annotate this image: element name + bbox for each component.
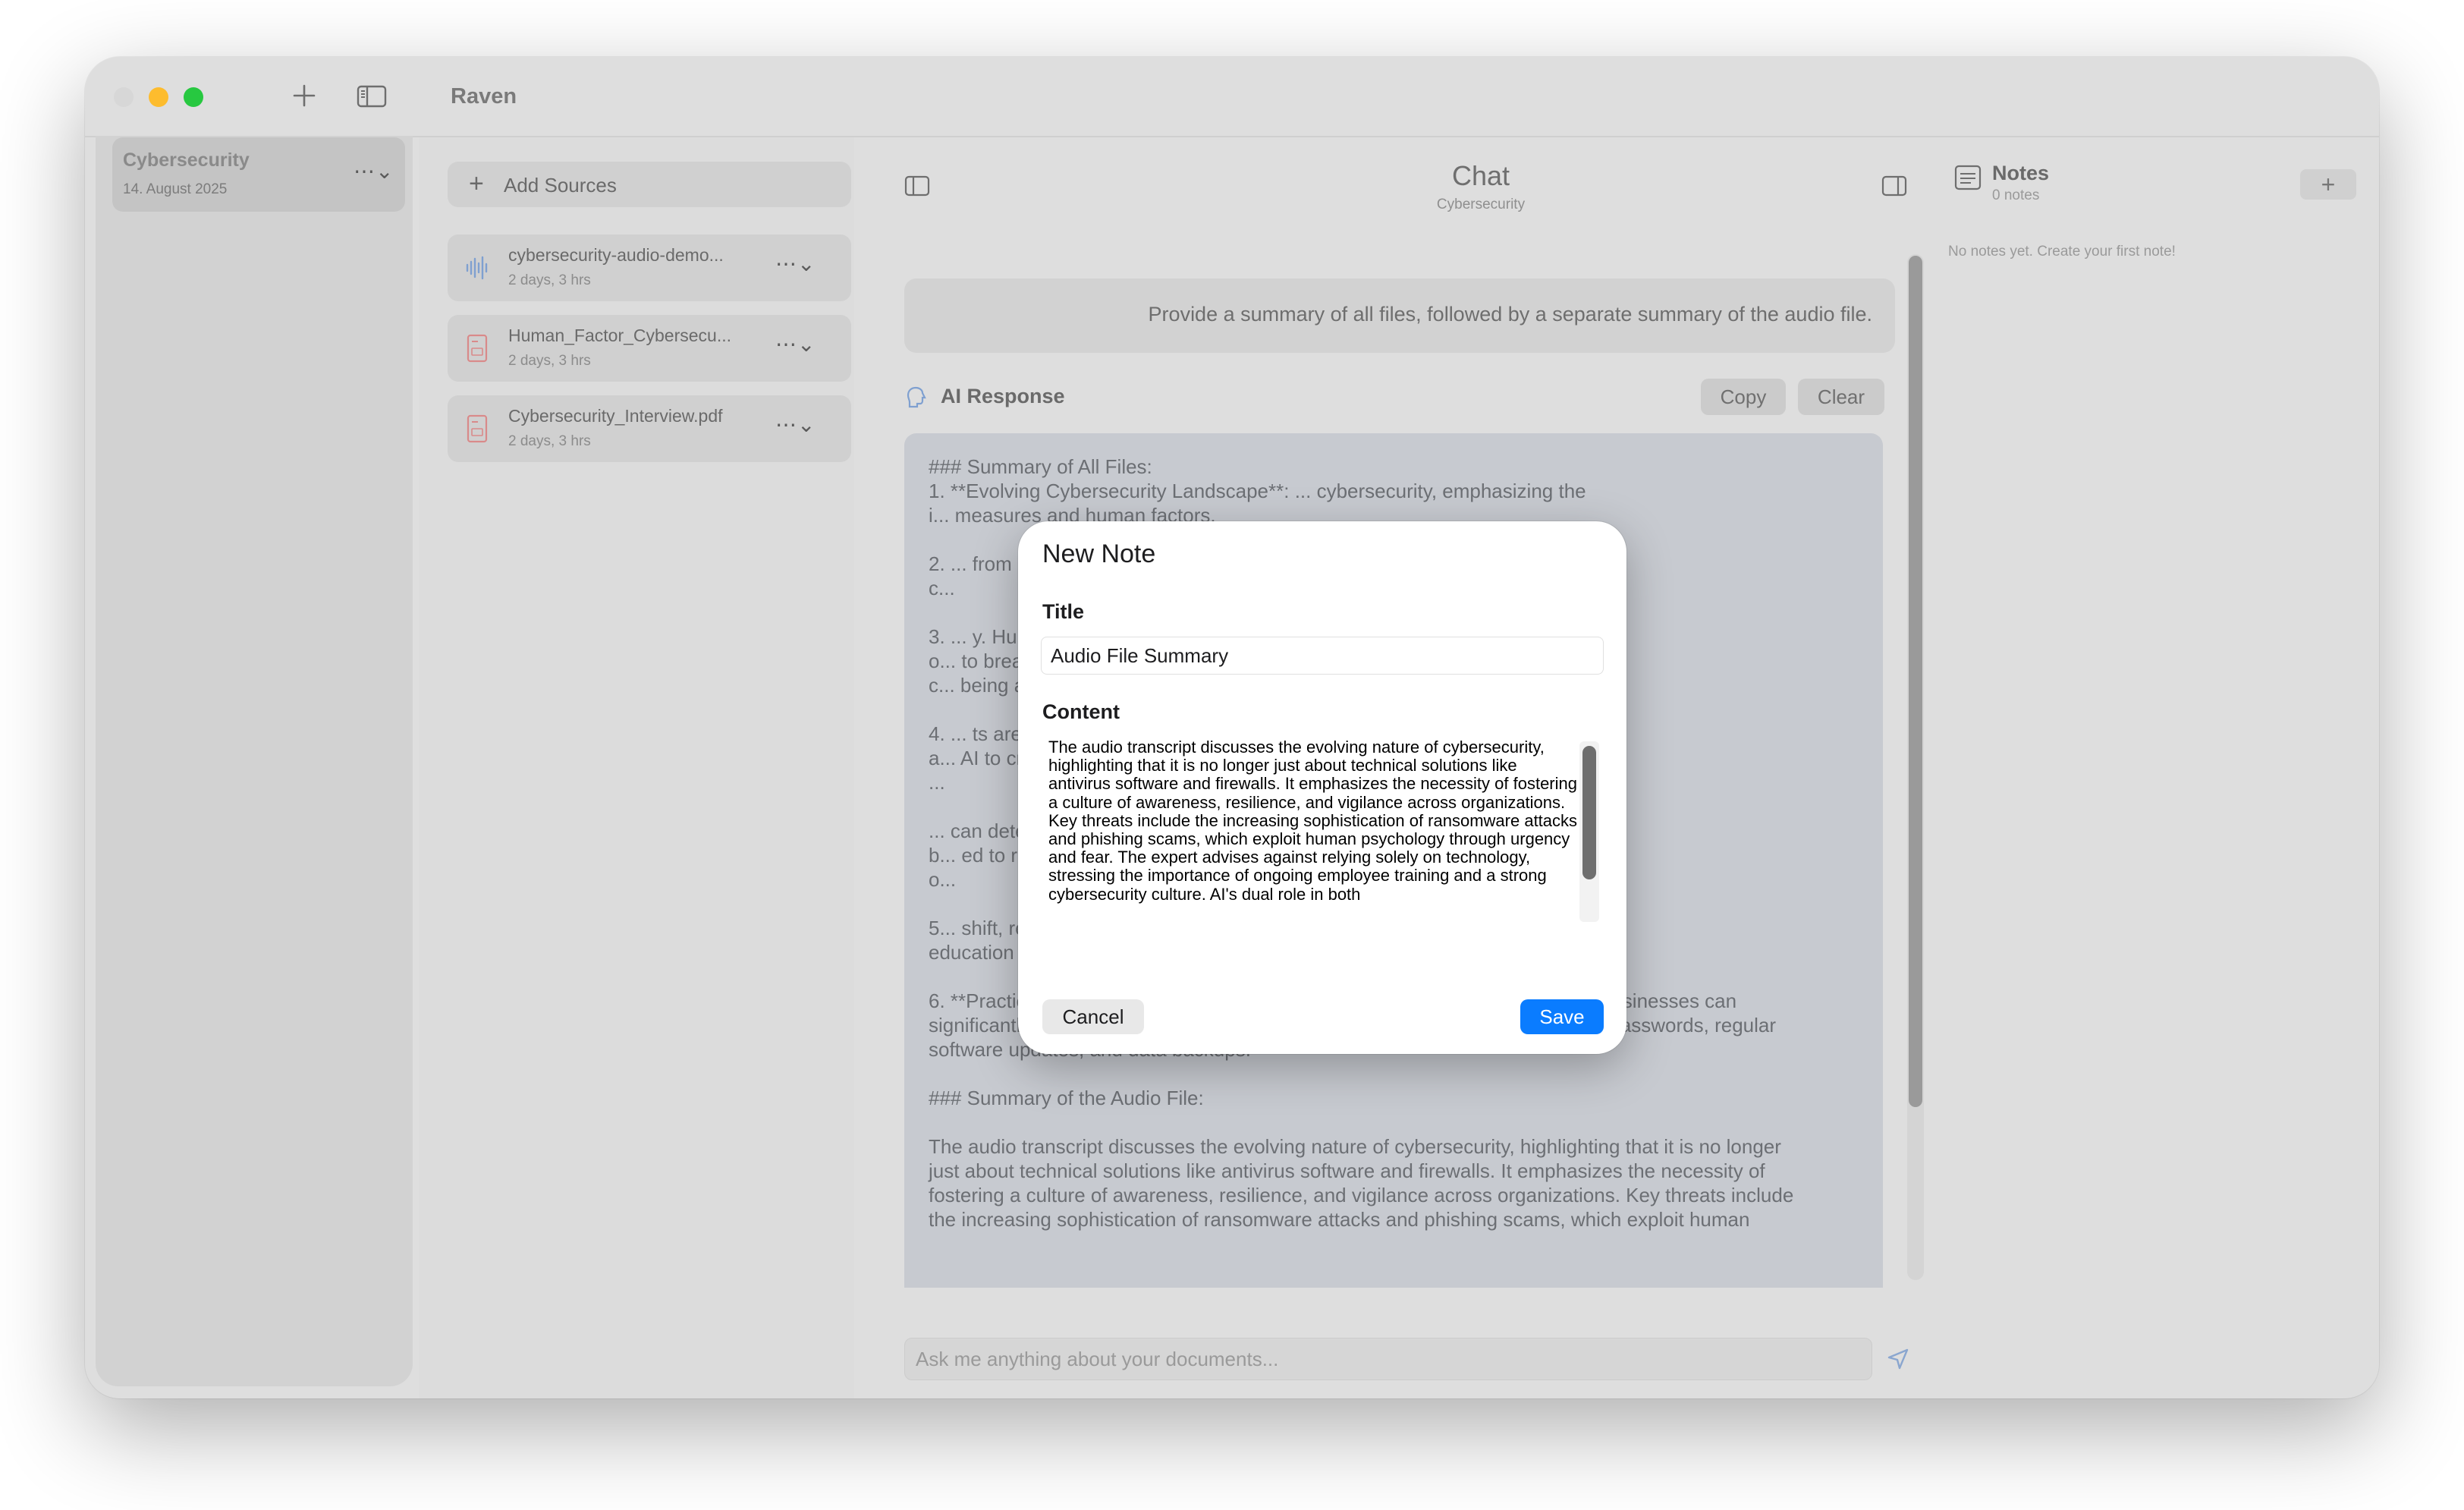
chat-scrollbar-thumb[interactable] xyxy=(1909,256,1922,1107)
user-prompt-bubble: Provide a summary of all files, followed… xyxy=(904,278,1895,353)
response-line xyxy=(929,1062,1839,1086)
ai-response-label: AI Response xyxy=(941,385,1065,407)
source-item[interactable]: Human_Factor_Cybersecu... 2 days, 3 hrs … xyxy=(448,315,851,382)
source-item[interactable]: cybersecurity-audio-demo... 2 days, 3 hr… xyxy=(448,234,851,301)
notes-empty-message: No notes yet. Create your first note! xyxy=(1948,244,2176,260)
close-window-button[interactable] xyxy=(114,87,134,107)
notes-title: Notes xyxy=(1992,162,2050,184)
plus-icon xyxy=(293,84,316,107)
note-content-field[interactable]: The audio transcript discusses the evolv… xyxy=(1048,738,1579,919)
new-note-dialog: New Note Title Audio File Summary Conten… xyxy=(1018,521,1626,1054)
add-sources-button[interactable]: + Add Sources xyxy=(448,162,851,207)
zoom-window-button[interactable] xyxy=(184,87,203,107)
source-meta: 2 days, 3 hrs xyxy=(508,433,591,449)
send-icon[interactable] xyxy=(1886,1347,1910,1371)
notes-count: 0 notes xyxy=(1992,187,2040,203)
new-project-button[interactable] xyxy=(291,83,317,112)
source-menu-button[interactable]: ⋯⌄ xyxy=(775,251,816,276)
minimize-window-button[interactable] xyxy=(149,87,168,107)
dialog-title: New Note xyxy=(1042,540,1156,568)
waveform-icon xyxy=(466,256,488,280)
source-menu-button[interactable]: ⋯⌄ xyxy=(775,412,816,437)
response-line: the increasing sophistication of ransomw… xyxy=(929,1208,1750,1231)
cancel-button[interactable]: Cancel xyxy=(1042,999,1144,1034)
save-button[interactable]: Save xyxy=(1520,999,1604,1034)
brain-icon xyxy=(907,386,926,408)
toggle-sidebar-button[interactable] xyxy=(357,84,387,112)
source-meta: 2 days, 3 hrs xyxy=(508,272,591,288)
title-label: Title xyxy=(1042,600,1085,623)
app-window: Raven Cybersecurity 14. August 2025 ⋯⌄ +… xyxy=(85,57,2379,1398)
chat-subtitle: Cybersecurity xyxy=(1436,197,1526,212)
source-name: Cybersecurity_Interview.pdf xyxy=(508,406,723,426)
content-label: Content xyxy=(1042,700,1120,723)
pdf-icon xyxy=(467,414,488,443)
project-menu-button[interactable]: ⋯⌄ xyxy=(354,159,394,184)
sidebar-right-icon xyxy=(1881,175,1907,197)
project-sidebar xyxy=(96,136,413,1386)
response-line: ### Summary of All Files: xyxy=(929,455,1152,478)
source-meta: 2 days, 3 hrs xyxy=(508,353,591,369)
content-scrollbar-thumb[interactable] xyxy=(1582,746,1596,879)
app-title: Raven xyxy=(451,84,517,109)
notes-icon xyxy=(1954,165,1982,190)
plus-icon: + xyxy=(469,169,484,198)
source-name: cybersecurity-audio-demo... xyxy=(508,245,724,265)
note-title-field[interactable]: Audio File Summary xyxy=(1041,637,1604,675)
user-prompt-text: Provide a summary of all files, followed… xyxy=(1148,303,1872,326)
chat-title: Chat xyxy=(1451,160,1510,191)
add-sources-label: Add Sources xyxy=(504,174,617,197)
clear-button[interactable]: Clear xyxy=(1798,379,1884,415)
source-menu-button[interactable]: ⋯⌄ xyxy=(775,332,816,357)
chat-input[interactable]: Ask me anything about your documents... xyxy=(904,1338,1872,1380)
sidebar-left-icon xyxy=(904,175,930,197)
sidebar-icon xyxy=(357,85,387,108)
add-note-button[interactable]: + xyxy=(2300,169,2356,200)
pdf-icon xyxy=(467,334,488,363)
response-line xyxy=(929,1110,1839,1134)
response-line: fostering a culture of awareness, resili… xyxy=(929,1184,1794,1206)
response-line: The audio transcript discusses the evolv… xyxy=(929,1135,1781,1158)
copy-button[interactable]: Copy xyxy=(1701,379,1786,415)
toggle-notes-button[interactable] xyxy=(1881,175,1907,200)
toggle-sources-button[interactable] xyxy=(904,175,930,200)
project-title: Cybersecurity xyxy=(123,149,250,171)
project-date: 14. August 2025 xyxy=(123,181,228,197)
source-item[interactable]: Cybersecurity_Interview.pdf 2 days, 3 hr… xyxy=(448,395,851,462)
response-line: ### Summary of the Audio File: xyxy=(929,1087,1204,1109)
source-name: Human_Factor_Cybersecu... xyxy=(508,326,732,345)
chat-input-placeholder: Ask me anything about your documents... xyxy=(916,1348,1279,1370)
response-line: 1. **Evolving Cybersecurity Landscape**:… xyxy=(929,480,1586,502)
response-line: just about technical solutions like anti… xyxy=(929,1159,1765,1182)
project-item-cybersecurity[interactable]: Cybersecurity 14. August 2025 ⋯⌄ xyxy=(112,137,405,212)
